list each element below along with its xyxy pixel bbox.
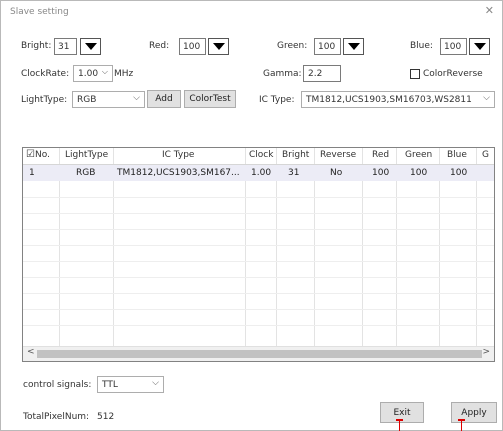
header-green[interactable]: Green [405, 150, 432, 160]
control-signals-label: control signals: [23, 380, 92, 390]
clockrate-select[interactable]: 1.00 ⌵ [73, 65, 113, 82]
ictype-select[interactable]: TM1812,UCS1903,SM16703,WS2811 ⌵ [301, 91, 495, 108]
row-divider [23, 325, 494, 326]
clockrate-unit: MHz [114, 69, 134, 79]
row-divider [23, 293, 494, 294]
row-divider [23, 245, 494, 246]
control-signals-select[interactable]: TTL ⌵ [97, 376, 164, 393]
cell-no: 1 [29, 168, 35, 178]
gamma-label: Gamma: [263, 69, 302, 79]
scroll-left-icon[interactable]: < [27, 347, 35, 357]
lighttype-value: RGB [77, 94, 97, 105]
header-g[interactable]: G [482, 150, 489, 160]
chevron-down-icon: ⌵ [483, 93, 490, 103]
cell-clock: 1.00 [251, 168, 272, 178]
colortest-button[interactable]: ColorTest [184, 90, 236, 108]
row-divider [23, 197, 494, 198]
cell-red: 100 [372, 168, 390, 178]
red-field[interactable]: 100 [179, 38, 206, 55]
ictype-value: TM1812,UCS1903,SM16703,WS2811 [306, 94, 472, 105]
header-no[interactable]: No. [35, 150, 50, 160]
green-field[interactable]: 100 [314, 38, 341, 55]
green-label: Green: [277, 41, 308, 51]
scroll-right-icon[interactable]: > [482, 347, 490, 357]
chevron-down-icon: ⌵ [152, 378, 159, 388]
header-blue[interactable]: Blue [447, 150, 467, 160]
add-button[interactable]: Add [147, 90, 181, 108]
caret-down-icon [212, 43, 225, 50]
blue-dropdown-button[interactable] [469, 38, 490, 55]
chevron-down-icon: ⌵ [101, 67, 108, 76]
window-title: Slave setting [10, 7, 69, 17]
header-reverse[interactable]: Reverse [320, 150, 356, 160]
bright-field[interactable]: 31 [54, 38, 77, 55]
cell-reverse: No [330, 168, 343, 178]
cell-lighttype: RGB [76, 168, 96, 178]
blue-label: Blue: [410, 41, 433, 51]
row-divider [23, 309, 494, 310]
caret-down-icon [84, 43, 97, 50]
cell-green: 100 [410, 168, 428, 178]
total-pixel-label: TotalPixelNum: [23, 412, 90, 422]
bright-dropdown-button[interactable] [80, 38, 101, 55]
red-label: Red: [149, 41, 170, 51]
caret-down-icon [473, 43, 486, 50]
clockrate-label: ClockRate: [21, 69, 70, 79]
control-signals-value: TTL [102, 379, 118, 390]
slave-table[interactable]: ☑ No. LightType IC Type Clock Bright Rev… [22, 147, 495, 362]
clockrate-value: 1.00 [78, 68, 99, 79]
apply-marker [461, 419, 462, 431]
caret-down-icon [347, 43, 360, 50]
header-bright[interactable]: Bright [282, 150, 309, 160]
green-dropdown-button[interactable] [343, 38, 364, 55]
bright-label: Bright: [21, 41, 52, 51]
row-divider [23, 229, 494, 230]
select-all-checkbox[interactable]: ☑ [26, 149, 35, 160]
row-divider [23, 261, 494, 262]
header-lighttype[interactable]: LightType [65, 150, 108, 160]
header-clock[interactable]: Clock [249, 150, 273, 160]
blue-field[interactable]: 100 [440, 38, 467, 55]
cell-ictype: TM1812,UCS1903,SM167... [117, 168, 240, 178]
colorreverse-label: ColorReverse [423, 69, 483, 79]
total-pixel-value: 512 [97, 412, 115, 422]
horizontal-scrollbar[interactable]: < > [23, 346, 494, 361]
scrollbar-thumb[interactable] [37, 350, 482, 358]
row-divider [23, 277, 494, 278]
close-icon[interactable]: ✕ [485, 4, 494, 17]
red-dropdown-button[interactable] [208, 38, 229, 55]
colorreverse-checkbox[interactable] [410, 69, 420, 79]
cell-blue: 100 [450, 168, 468, 178]
cell-bright: 31 [288, 168, 300, 178]
row-divider [23, 213, 494, 214]
header-red[interactable]: Red [372, 150, 389, 160]
chevron-down-icon: ⌵ [133, 93, 140, 103]
lighttype-select[interactable]: RGB ⌵ [72, 91, 145, 108]
exit-marker [399, 419, 400, 431]
ictype-label: IC Type: [259, 95, 295, 105]
gamma-field[interactable]: 2.2 [303, 65, 341, 82]
lighttype-label: LightType: [21, 95, 68, 105]
slave-setting-window: Slave setting ✕ Bright: 31 Red: 100 Gree… [0, 0, 503, 431]
header-ictype[interactable]: IC Type [162, 150, 194, 160]
